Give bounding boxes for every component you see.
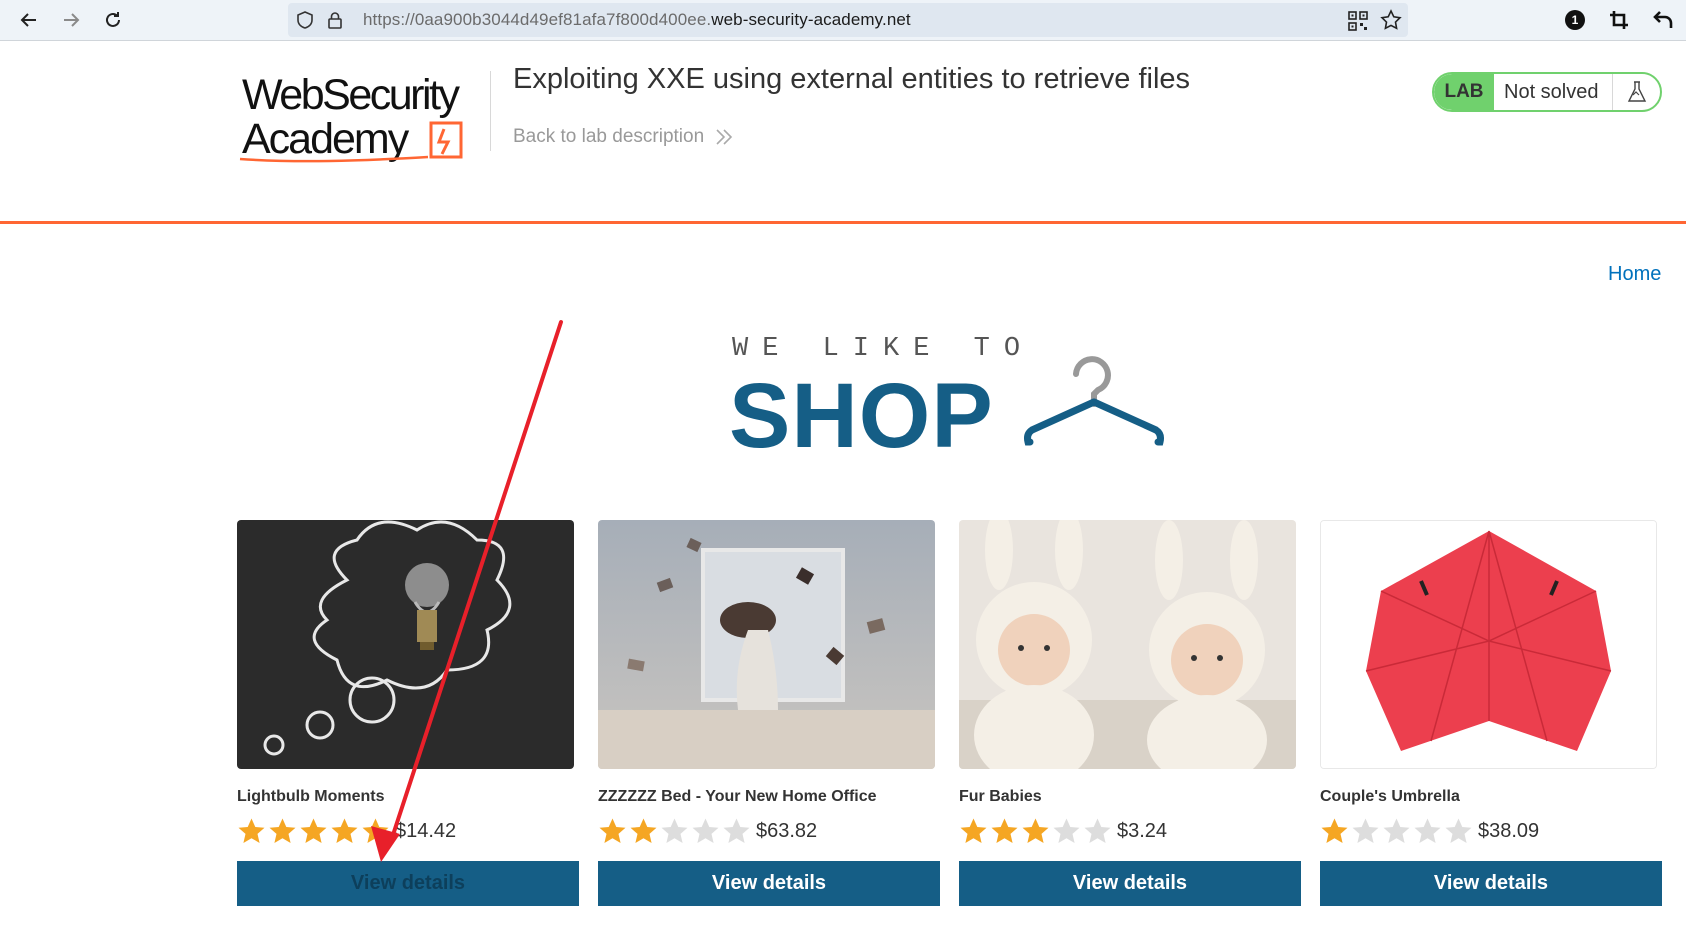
star-empty-icon xyxy=(1352,818,1379,843)
reload-icon[interactable] xyxy=(98,5,128,35)
product-rating xyxy=(1320,816,1473,846)
back-arrow-icon[interactable] xyxy=(14,5,44,35)
star-empty-icon xyxy=(1445,818,1472,843)
product-rating xyxy=(959,816,1112,846)
star-filled-icon xyxy=(599,818,626,843)
url-host: web-security-academy.net xyxy=(711,10,911,29)
lock-icon[interactable] xyxy=(326,11,344,29)
star-filled-icon xyxy=(300,818,327,843)
star-empty-icon xyxy=(1053,818,1080,843)
product-image-fur-babies[interactable] xyxy=(959,520,1296,769)
product-grid: Lightbulb Moments $14.42 View details ZZ… xyxy=(237,520,1663,920)
star-filled-icon xyxy=(238,818,265,843)
lab-status-text: Not solved xyxy=(1504,80,1599,103)
extension-badge-icon[interactable]: 1 xyxy=(1563,8,1587,32)
star-filled-icon xyxy=(630,818,657,843)
star-filled-icon xyxy=(991,818,1018,843)
product-price: $14.42 xyxy=(395,820,457,842)
star-empty-icon xyxy=(723,818,750,843)
product-rating xyxy=(237,816,390,846)
product-image-lightbulb[interactable] xyxy=(237,520,574,769)
product-price: $3.24 xyxy=(1117,820,1168,842)
star-filled-icon xyxy=(362,818,389,843)
lab-status-widget: LAB Not solved xyxy=(1432,72,1662,112)
double-chevron-right-icon xyxy=(716,129,733,145)
product-price: $38.09 xyxy=(1478,820,1540,842)
crop-icon[interactable] xyxy=(1607,8,1631,32)
hanger-icon xyxy=(1024,356,1164,446)
address-bar[interactable]: https://0aa900b3044d49ef81afa7f800d400ee… xyxy=(288,3,1408,37)
product-image-umbrella[interactable] xyxy=(1320,520,1657,769)
logo-divider xyxy=(490,71,491,151)
star-filled-icon xyxy=(1321,818,1348,843)
banner-tagline: WE LIKE TO xyxy=(732,334,1035,364)
logo-text-line2: Academy xyxy=(242,115,410,163)
forward-arrow-icon[interactable] xyxy=(56,5,86,35)
star-filled-icon xyxy=(269,818,296,843)
view-details-button[interactable]: View details xyxy=(959,861,1301,906)
shield-icon[interactable] xyxy=(296,11,314,29)
url-prefix: https://0aa900b3044d49ef81afa7f800d400ee… xyxy=(363,10,712,29)
web-security-academy-logo[interactable]: WebSecurity Academy xyxy=(238,69,498,165)
product-name: Fur Babies xyxy=(959,788,1042,805)
view-details-button[interactable]: View details xyxy=(1320,861,1662,906)
browser-toolbar: https://0aa900b3044d49ef81afa7f800d400ee… xyxy=(0,0,1686,41)
product-name: ZZZZZZ Bed - Your New Home Office xyxy=(598,788,877,805)
star-filled-icon xyxy=(331,818,358,843)
logo-text-line1: WebSecurity xyxy=(242,71,460,119)
back-link-label: Back to lab description xyxy=(513,126,705,147)
back-to-lab-description-link[interactable]: Back to lab description xyxy=(513,126,734,148)
star-empty-icon xyxy=(1084,818,1111,843)
star-empty-icon xyxy=(692,818,719,843)
home-link[interactable]: Home xyxy=(1608,263,1661,286)
star-filled-icon xyxy=(1022,818,1049,843)
product-image-bed[interactable] xyxy=(598,520,935,769)
product-name: Lightbulb Moments xyxy=(237,788,385,805)
lab-header: WebSecurity Academy Exploiting XXE using… xyxy=(0,41,1686,224)
shop-banner: WE LIKE TO SHOP xyxy=(720,330,1180,467)
url-text[interactable]: https://0aa900b3044d49ef81afa7f800d400ee… xyxy=(363,10,911,30)
star-filled-icon xyxy=(960,818,987,843)
view-details-button[interactable]: View details xyxy=(598,861,940,906)
star-empty-icon xyxy=(1383,818,1410,843)
qr-code-icon[interactable] xyxy=(1348,11,1368,31)
product-price: $63.82 xyxy=(756,820,818,842)
bookmark-star-icon[interactable] xyxy=(1380,9,1402,31)
product-name: Couple's Umbrella xyxy=(1320,788,1460,805)
banner-shop-word: SHOP xyxy=(729,365,994,467)
undo-icon[interactable] xyxy=(1651,8,1675,32)
flask-icon xyxy=(1612,74,1660,110)
lab-title: Exploiting XXE using external entities t… xyxy=(513,63,1191,95)
star-empty-icon xyxy=(1414,818,1441,843)
lab-pill: LAB xyxy=(1434,74,1494,110)
product-rating xyxy=(598,816,751,846)
star-empty-icon xyxy=(661,818,688,843)
extension-badge-count: 1 xyxy=(1571,13,1579,27)
view-details-button[interactable]: View details xyxy=(237,861,579,906)
